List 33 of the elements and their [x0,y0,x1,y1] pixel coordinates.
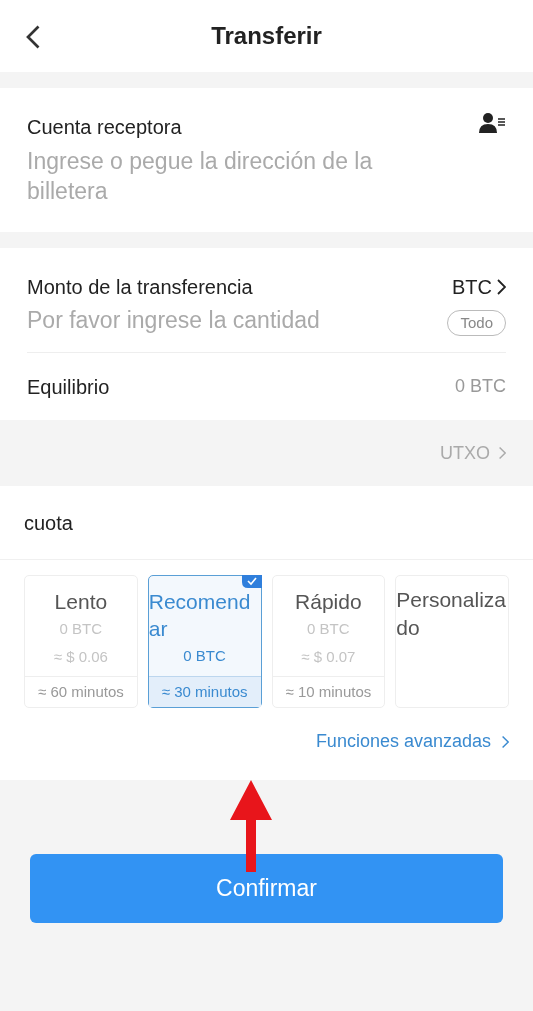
fee-option-card[interactable]: Rápido 0 BTC ≈ $ 0.07 ≈ 10 minutos [271,575,386,708]
fee-time: ≈ 30 minutos [148,676,261,707]
confirm-button[interactable]: Confirmar [30,854,503,923]
back-icon[interactable] [26,25,42,49]
advanced-link[interactable]: Funciones avanzadas [315,728,509,755]
currency-selector[interactable]: BTC [452,272,506,302]
fee-option-card[interactable]: Recomendar 0 BTC ≈ 30 minutos [147,575,262,708]
amount-field[interactable]: Por favor ingrese la cantidad [27,302,320,338]
balance-value: 0 BTC [455,375,506,398]
fee-option-name: Personalizado [396,587,507,641]
fee-option-name: Lento [53,589,109,615]
fee-btc-amount: 0 BTC [183,646,226,666]
fee-usd-amount: ≈ $ 0.07 [301,647,356,667]
utxo-link[interactable]: UTXO [440,439,506,467]
balance-label: Equilibrio [27,374,110,400]
fee-time: ≈ 60 minutos [25,676,137,707]
chevron-right-icon [498,446,506,460]
screen-title: Transferir [211,21,322,51]
address-field[interactable]: Ingrese o pegue la dirección de la billetera [27,146,447,206]
field-label: Cuenta receptora [27,115,182,140]
chevron-right-icon [496,279,506,295]
chevron-right-icon [501,734,509,749]
fee-option-name: Rápido [294,589,363,615]
contact-list-icon[interactable] [478,112,506,134]
field-label: Monto de la transferencia [27,275,253,300]
fee-time: ≈ 10 minutos [272,676,385,707]
fee-usd-amount: ≈ $ 0.06 [53,647,108,667]
fee-option-card[interactable]: Personalizado [395,575,509,708]
fee-option-name: Recomendar [148,589,252,642]
fee-btc-amount: 0 BTC [59,619,103,639]
fee-btc-amount: 0 BTC [307,619,350,639]
fee-option-card[interactable]: Lento 0 BTC ≈ $ 0.06 ≈ 60 minutos [24,575,138,708]
section-label: cuota [24,510,73,536]
